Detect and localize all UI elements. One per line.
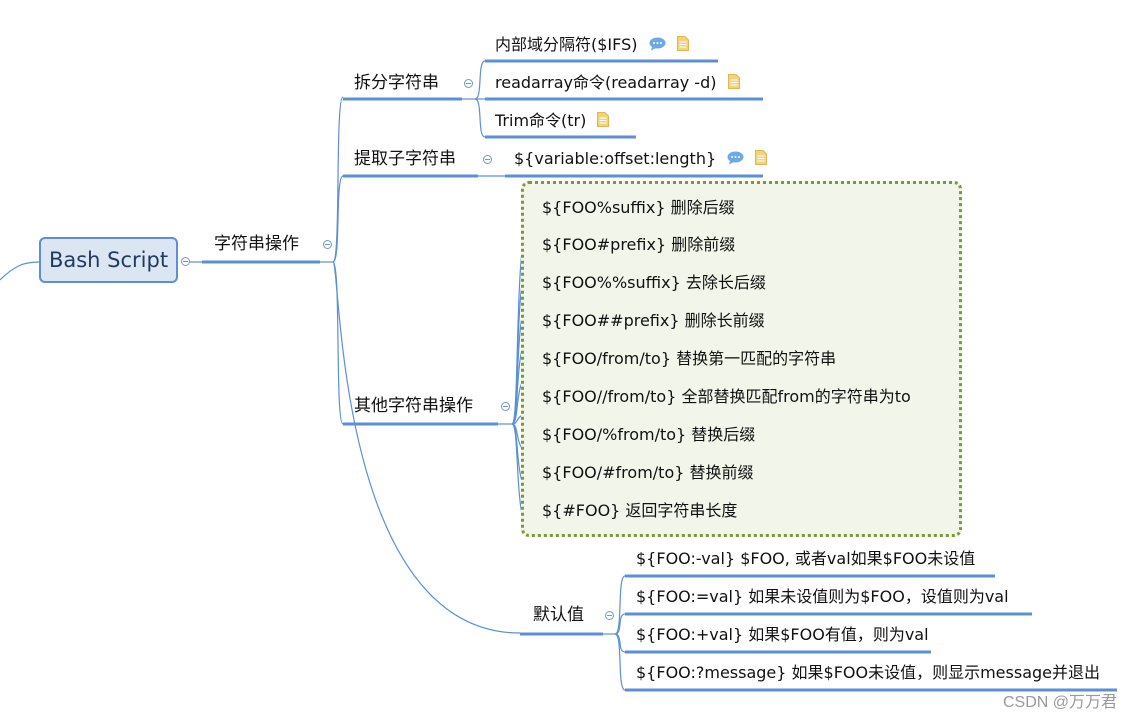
topic-label: ${FOO/%from/to} 替换后缀 xyxy=(542,425,756,444)
topic-label: ${FOO:?message} 如果$FOO未设值，则显示message并退出 xyxy=(636,663,1101,682)
topic-label: ${FOO//from/to} 全部替换匹配from的字符串为to xyxy=(542,387,911,406)
topic-foo-alternate[interactable]: ${FOO:+val} 如果$FOO有值，则为val xyxy=(636,625,929,645)
comment-icon[interactable] xyxy=(649,36,666,56)
note-icon[interactable] xyxy=(676,35,689,56)
topic-split-string[interactable]: 拆分字符串 xyxy=(354,73,439,93)
topic-foo-long-suffix[interactable]: ${FOO%%suffix} 去除长后缀 xyxy=(542,273,766,293)
note-icon[interactable] xyxy=(755,149,768,170)
topic-label: 提取子字符串 xyxy=(354,149,456,169)
topic-foo-replace-suffix[interactable]: ${FOO/%from/to} 替换后缀 xyxy=(542,425,755,445)
topic-ifs[interactable]: 内部域分隔符($IFS) xyxy=(495,35,689,56)
topic-string-ops[interactable]: 字符串操作 xyxy=(214,234,299,254)
collapse-toggle-root[interactable] xyxy=(181,257,190,266)
topic-label: 拆分字符串 xyxy=(354,73,439,93)
note-icon[interactable] xyxy=(727,73,740,94)
topic-foo-replace-prefix[interactable]: ${FOO/#from/to} 替换前缀 xyxy=(542,463,754,483)
note-icon[interactable] xyxy=(597,111,610,132)
topic-label: ${#FOO} 返回字符串长度 xyxy=(542,501,738,520)
collapse-toggle-split-string[interactable] xyxy=(464,79,473,88)
topic-label: 字符串操作 xyxy=(214,234,299,254)
topic-readarray[interactable]: readarray命令(readarray -d) xyxy=(495,73,740,94)
topic-foo-replace-first[interactable]: ${FOO/from/to} 替换第一匹配的字符串 xyxy=(542,349,836,369)
comment-icon[interactable] xyxy=(727,150,744,170)
connector-incoming-root xyxy=(0,261,40,281)
topic-label: 内部域分隔符($IFS) xyxy=(495,35,638,54)
topic-foo-suffix[interactable]: ${FOO%suffix} 删除后缀 xyxy=(542,198,735,218)
topic-label: readarray命令(readarray -d) xyxy=(495,73,717,92)
topic-extract-substring[interactable]: 提取子字符串 xyxy=(354,149,456,169)
topic-trim[interactable]: Trim命令(tr) xyxy=(495,111,610,132)
collapse-toggle-extract-substring[interactable] xyxy=(483,155,492,164)
topic-other-string-ops[interactable]: 其他字符串操作 xyxy=(354,396,473,416)
topic-label: ${FOO#prefix} 删除前缀 xyxy=(542,235,736,254)
topic-label: 其他字符串操作 xyxy=(354,396,473,416)
topic-label: ${FOO:=val} 如果未设值则为$FOO，设值则为val xyxy=(636,587,1009,606)
topic-foo-prefix[interactable]: ${FOO#prefix} 删除前缀 xyxy=(542,235,735,255)
collapse-toggle-other-string-ops[interactable] xyxy=(501,402,510,411)
topic-label: 默认值 xyxy=(533,605,584,625)
topic-label: ${FOO%suffix} 删除后缀 xyxy=(542,198,735,217)
root-topic[interactable]: Bash Script xyxy=(39,237,178,283)
topic-label: ${FOO%%suffix} 去除长后缀 xyxy=(542,273,766,292)
topic-variable-offset-length[interactable]: ${variable:offset:length} xyxy=(514,149,768,170)
collapse-toggle-default-value[interactable] xyxy=(605,611,614,620)
topic-label: ${FOO##prefix} 删除长前缀 xyxy=(542,311,765,330)
topic-default-value[interactable]: 默认值 xyxy=(533,605,584,625)
topic-foo-replace-all[interactable]: ${FOO//from/to} 全部替换匹配from的字符串为to xyxy=(542,387,911,407)
topic-label: ${variable:offset:length} xyxy=(514,149,717,168)
topic-label: ${FOO/#from/to} 替换前缀 xyxy=(542,463,754,482)
connector-other-string-ops xyxy=(332,261,344,425)
collapse-toggle-string-ops[interactable] xyxy=(323,240,332,249)
root-label: Bash Script xyxy=(48,248,169,272)
topic-foo-length[interactable]: ${#FOO} 返回字符串长度 xyxy=(542,501,737,521)
topic-label: ${FOO/from/to} 替换第一匹配的字符串 xyxy=(542,349,837,368)
topic-label: ${FOO:-val} $FOO, 或者val如果$FOO未设值 xyxy=(636,549,976,568)
topic-foo-long-prefix[interactable]: ${FOO##prefix} 删除长前缀 xyxy=(542,311,765,331)
topic-foo-default[interactable]: ${FOO:-val} $FOO, 或者val如果$FOO未设值 xyxy=(636,549,975,569)
topic-foo-error[interactable]: ${FOO:?message} 如果$FOO未设值，则显示message并退出 xyxy=(636,663,1100,683)
connector-default-2 xyxy=(614,633,626,653)
connector-trim xyxy=(474,98,486,138)
connector-default-value xyxy=(332,261,521,634)
topic-label: ${FOO:+val} 如果$FOO有值，则为val xyxy=(636,625,929,644)
connector-ifs xyxy=(474,60,486,100)
watermark: CSDN @万万君 xyxy=(1003,694,1118,711)
topic-label: Trim命令(tr) xyxy=(495,111,587,130)
topic-foo-assign-default[interactable]: ${FOO:=val} 如果未设值则为$FOO，设值则为val xyxy=(636,587,1009,607)
